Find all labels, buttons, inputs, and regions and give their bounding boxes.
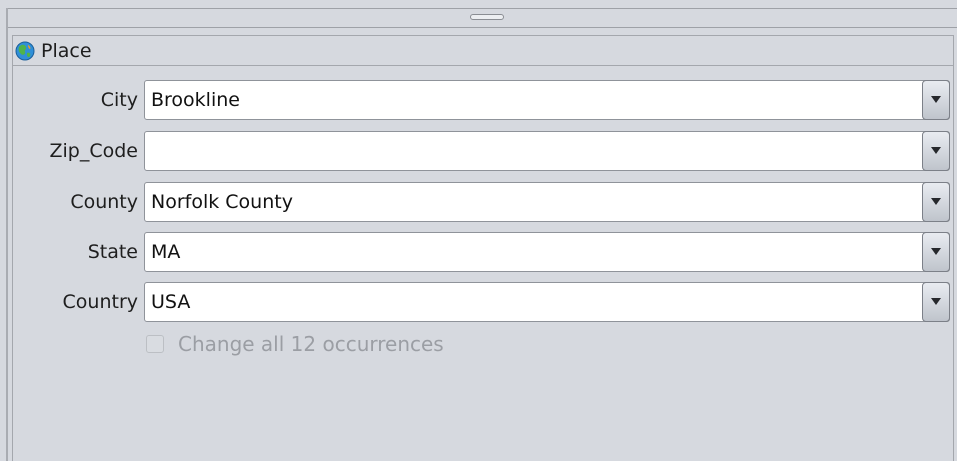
state-combobox[interactable]: MA — [144, 232, 950, 272]
county-value[interactable]: Norfolk County — [151, 183, 293, 221]
chevron-down-icon — [931, 248, 941, 255]
county-dropdown-button[interactable] — [922, 182, 950, 222]
change-all-checkbox[interactable] — [146, 335, 164, 353]
panel-header: Place — [13, 36, 953, 66]
chevron-down-icon — [931, 198, 941, 205]
change-all-option: Change all 12 occurrences — [146, 330, 444, 358]
country-value[interactable]: USA — [151, 283, 190, 321]
zip-code-dropdown-button[interactable] — [922, 131, 950, 171]
globe-icon — [15, 41, 35, 61]
state-value[interactable]: MA — [151, 233, 180, 271]
country-dropdown-button[interactable] — [922, 282, 950, 322]
country-label: Country — [62, 291, 138, 313]
chevron-down-icon — [931, 298, 941, 305]
splitter-bar[interactable] — [8, 8, 957, 28]
panel-title: Place — [41, 39, 92, 62]
zip-code-label: Zip_Code — [49, 140, 139, 162]
city-combobox[interactable]: Brookline — [144, 80, 950, 120]
row-country: Country USA — [13, 282, 953, 324]
splitter-grip[interactable] — [470, 14, 504, 20]
left-border — [6, 8, 8, 461]
chevron-down-icon — [931, 96, 941, 103]
row-county: County Norfolk County — [13, 182, 953, 224]
place-editor-window: Place City Brookline Zip_Code County Nor… — [0, 0, 957, 461]
state-dropdown-button[interactable] — [922, 232, 950, 272]
place-panel: Place City Brookline Zip_Code County Nor… — [12, 35, 954, 461]
city-value[interactable]: Brookline — [151, 81, 240, 119]
county-combobox[interactable]: Norfolk County — [144, 182, 950, 222]
change-all-label: Change all 12 occurrences — [178, 332, 444, 356]
country-combobox[interactable]: USA — [144, 282, 950, 322]
chevron-down-icon — [931, 147, 941, 154]
zip-code-combobox[interactable] — [144, 131, 950, 171]
state-label: State — [87, 241, 138, 263]
city-dropdown-button[interactable] — [922, 80, 950, 120]
row-zip-code: Zip_Code — [13, 131, 953, 173]
row-state: State MA — [13, 232, 953, 274]
top-strip — [0, 0, 957, 8]
city-label: City — [100, 89, 138, 111]
row-city: City Brookline — [13, 80, 953, 122]
county-label: County — [70, 191, 138, 213]
